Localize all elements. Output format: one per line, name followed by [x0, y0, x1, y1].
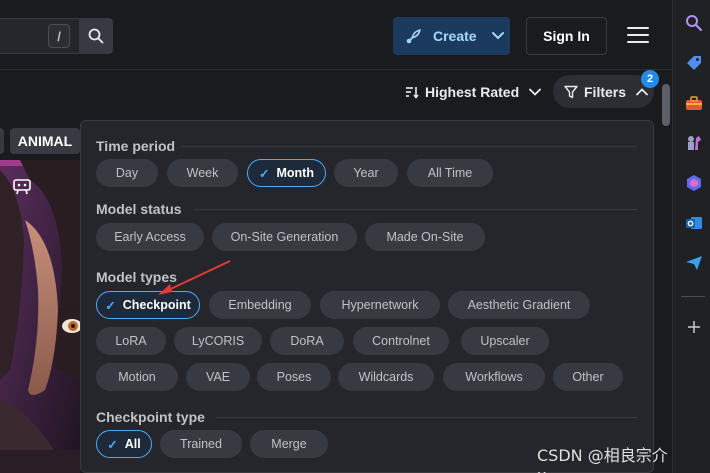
top-navbar: / Create Sign In — [0, 0, 672, 70]
filters-label: Filters — [584, 83, 627, 100]
sort-label: Highest Rated — [425, 84, 520, 100]
search-shortcut-key: / — [48, 24, 70, 48]
time-period-option-month[interactable]: ✓ Month — [247, 159, 326, 187]
model-card-image[interactable] — [0, 160, 80, 473]
model-type-option-hypernetwork[interactable]: Hypernetwork — [320, 291, 440, 319]
model-type-option-wildcards[interactable]: Wildcards — [338, 363, 434, 391]
model-type-option-workflows[interactable]: Workflows — [443, 363, 545, 391]
model-type-option-vae[interactable]: VAE — [186, 363, 250, 391]
annotation-arrow — [158, 260, 231, 295]
model-type-option-lora[interactable]: LoRA — [96, 327, 166, 355]
time-period-option-label: Month — [276, 166, 314, 180]
time-period-option-week[interactable]: Week — [167, 159, 238, 187]
copilot-icon[interactable] — [685, 174, 703, 192]
chevron-down-icon — [491, 32, 504, 40]
search-button[interactable] — [79, 18, 113, 54]
create-button[interactable]: Create — [393, 17, 510, 55]
chess-icon[interactable] — [685, 134, 703, 152]
search-icon[interactable] — [685, 14, 703, 32]
check-icon: ✓ — [107, 437, 118, 452]
model-type-option-aesthetic-gradient[interactable]: Aesthetic Gradient — [448, 291, 590, 319]
divider — [181, 146, 637, 147]
divider — [216, 417, 637, 418]
model-type-option-poses[interactable]: Poses — [257, 363, 331, 391]
filters-count-badge: 2 — [641, 70, 659, 88]
checkpoint-type-option-all[interactable]: ✓ All — [96, 430, 152, 458]
section-title-model-status: Model status — [96, 201, 182, 217]
sort-dropdown[interactable]: Highest Rated — [405, 80, 542, 104]
search-icon — [88, 28, 104, 44]
model-type-option-dora[interactable]: DoRA — [270, 327, 344, 355]
create-label: Create — [433, 28, 477, 44]
time-period-option-day[interactable]: Day — [96, 159, 158, 187]
model-status-option-early-access[interactable]: Early Access — [96, 223, 204, 251]
model-type-option-other[interactable]: Other — [553, 363, 623, 391]
rail-divider — [681, 296, 705, 297]
filter-icon — [564, 85, 578, 98]
section-title-time-period: Time period — [96, 138, 176, 154]
main-area: / Create Sign In Highest Rated Filters 2… — [0, 0, 672, 473]
chevron-down-icon — [529, 88, 542, 96]
model-type-option-lycoris[interactable]: LyCORIS — [174, 327, 262, 355]
toolbox-icon[interactable] — [685, 94, 703, 112]
brush-icon — [406, 29, 421, 44]
category-chip[interactable] — [0, 128, 4, 154]
model-status-option-on-site-generation[interactable]: On-Site Generation — [212, 223, 357, 251]
check-icon: ✓ — [105, 298, 116, 313]
checkpoint-type-option-trained[interactable]: Trained — [160, 430, 242, 458]
section-title-checkpoint-type: Checkpoint type — [96, 409, 205, 425]
page-scrollbar[interactable] — [662, 84, 670, 126]
tag-icon[interactable] — [685, 54, 703, 72]
checkpoint-type-option-merge[interactable]: Merge — [250, 430, 328, 458]
divider — [193, 209, 637, 210]
send-icon[interactable] — [685, 254, 703, 272]
outlook-icon[interactable] — [685, 214, 703, 232]
time-period-option-all-time[interactable]: All Time — [407, 159, 493, 187]
watermark: CSDN @相良宗介x — [537, 446, 668, 473]
menu-icon[interactable] — [627, 27, 649, 45]
add-icon[interactable] — [685, 318, 703, 336]
sort-icon — [406, 87, 419, 99]
model-type-option-upscaler[interactable]: Upscaler — [461, 327, 549, 355]
category-chip-animal[interactable]: ANIMAL — [10, 128, 80, 154]
sign-in-button[interactable]: Sign In — [526, 17, 607, 55]
filters-button[interactable]: Filters — [553, 75, 654, 108]
model-type-option-motion[interactable]: Motion — [96, 363, 178, 391]
check-icon: ✓ — [259, 166, 270, 181]
checkpoint-type-option-label: All — [124, 437, 141, 451]
time-period-option-year[interactable]: Year — [334, 159, 398, 187]
browser-side-rail — [672, 0, 710, 473]
chevron-up-icon — [636, 87, 648, 95]
model-type-option-controlnet[interactable]: Controlnet — [353, 327, 449, 355]
model-status-option-made-on-site[interactable]: Made On-Site — [365, 223, 485, 251]
model-type-option-label: Checkpoint — [122, 298, 191, 312]
